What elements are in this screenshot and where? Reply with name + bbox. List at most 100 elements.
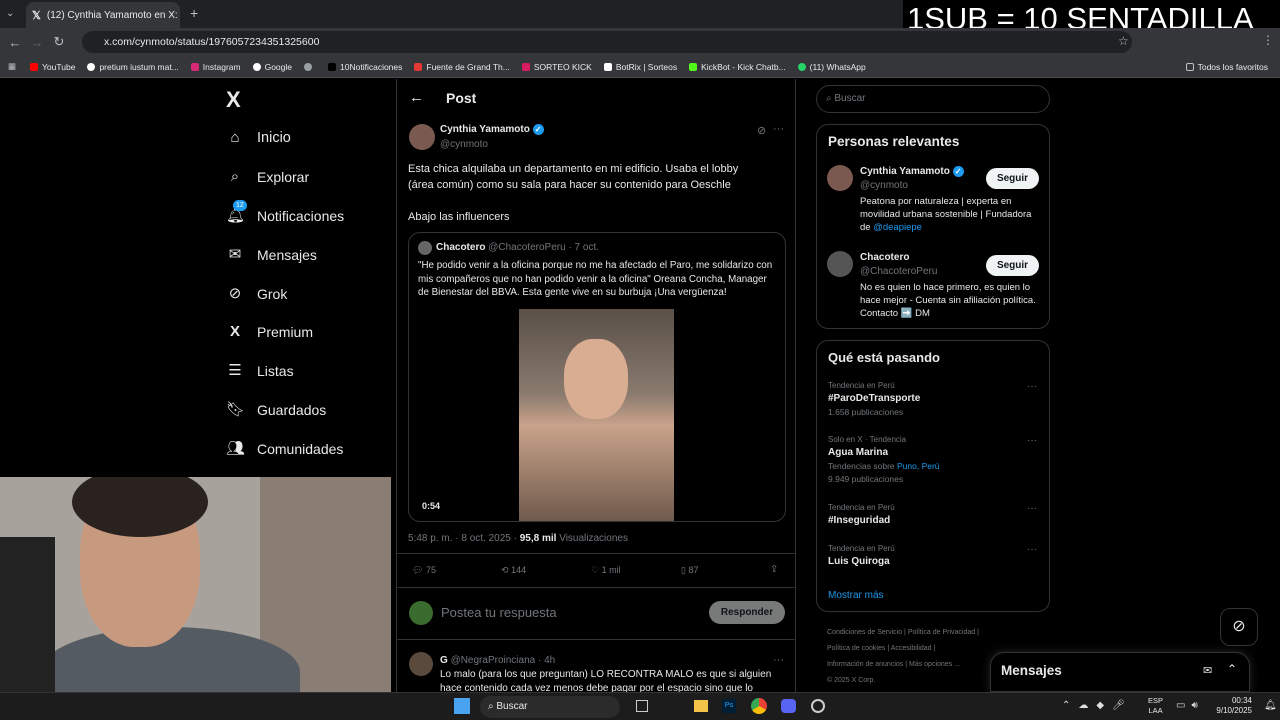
bookmark-item[interactable]: YouTube [30,62,75,72]
more-options-icon[interactable]: ··· [773,654,784,666]
bookmark-item[interactable]: Instagram [190,62,241,72]
quote-text: "He podido venir a la oficina porque no … [418,260,773,298]
trend-item[interactable]: Tendencia en Perú #Inseguridad [828,503,1040,526]
x-icon: X [229,323,240,340]
repost-action[interactable]: ⟲ 144 [501,565,526,576]
author-avatar[interactable] [409,124,435,150]
sidebar-item-notificaciones[interactable]: 🔔︎ 12 Notificaciones [226,200,344,225]
more-options-icon[interactable]: ··· [1027,381,1037,392]
bookmark-item[interactable]: SORTEO KICK [521,62,592,72]
author-handle[interactable]: @cynmoto [440,139,488,150]
grok-floating-button[interactable]: ⊘ [1220,608,1258,646]
expand-icon[interactable]: ⌃ [1227,662,1237,676]
bookmark-item[interactable]: pretium iustum mat... [87,62,179,72]
bookmark-action[interactable]: ▯ 87 [681,565,698,576]
new-message-icon[interactable]: ✉ [1203,664,1212,677]
reply-action[interactable]: 💬︎ 75 [412,565,436,576]
reply-icon: 💬︎ [412,565,424,575]
start-button[interactable] [454,698,470,714]
forward-icon[interactable]: → [26,35,48,50]
discord-icon[interactable] [781,699,796,713]
reload-icon[interactable]: ↻ [48,34,70,50]
repost-icon: ⟲ [501,565,509,575]
more-options-icon[interactable]: ··· [1027,544,1037,555]
search-input[interactable]: ⌕ Buscar [816,85,1050,113]
person-avatar[interactable] [827,165,853,191]
clock[interactable]: 00:34 9/10/2025 [1212,696,1252,716]
video-player[interactable] [519,309,674,521]
divider [397,587,795,588]
app-icon[interactable] [811,699,825,713]
tab-search-icon[interactable]: ⌄ [6,8,14,19]
reply-input[interactable]: Postea tu respuesta [441,605,557,620]
mail-icon: ✉ [228,246,242,263]
apps-icon[interactable]: ▦ [8,61,16,72]
reply-button[interactable]: Responder [709,601,785,624]
system-tray-icons[interactable]: ⌃☁◆🎤︎ [1062,700,1133,711]
bookmark-item[interactable]: Fuente de Grand Th... [414,62,510,72]
share-icon[interactable]: ⇪ [770,564,778,575]
people-icon: 👥︎ [226,440,246,457]
person-name[interactable]: Cynthia Yamamoto ✓ [860,166,964,177]
reply-avatar[interactable] [409,652,433,676]
back-arrow-icon[interactable]: ← [409,89,424,106]
bookmark-item[interactable] [304,62,316,71]
chrome-icon[interactable] [751,698,767,714]
sidebar-item-listas[interactable]: ☰ Listas [226,362,293,380]
sidebar-item-grok[interactable]: ⊘ Grok [226,285,288,303]
notification-bell-icon[interactable]: 🔔︎ [1264,700,1277,711]
video-duration: 0:54 [422,501,441,511]
follow-button[interactable]: Seguir [986,168,1039,189]
sidebar-item-comunidades[interactable]: 👥︎ Comunidades [226,440,343,458]
sidebar-item-inicio[interactable]: ⌂ Inicio [226,129,290,147]
bookmark-item[interactable]: Google [252,62,292,72]
explorer-icon[interactable] [694,700,708,712]
author-name[interactable]: Cynthia Yamamoto ✓ [440,124,544,135]
trend-item[interactable]: Solo en X · Tendencia Agua Marina Tenden… [828,435,1040,484]
menu-icon[interactable]: ⋮ [1262,33,1274,47]
browser-tab[interactable]: 𝕏 (12) Cynthia Yamamoto en X: "E × [26,2,180,28]
back-icon[interactable]: ← [4,35,26,50]
bookmark-star-icon[interactable]: ☆ [1118,34,1129,48]
x-icon [328,62,337,71]
person-avatar[interactable] [827,251,853,277]
person-name[interactable]: Chacotero [860,252,909,263]
more-options-icon[interactable]: ··· [1027,435,1037,446]
bookmark-item[interactable]: KickBot - Kick Chatb... [689,62,786,72]
network-volume-icons[interactable]: ▭🔊︎ [1176,700,1204,711]
more-options-icon[interactable]: ··· [1027,503,1037,514]
taskbar-search[interactable]: ⌕ Buscar [480,696,620,718]
bookmark-item[interactable]: (11) WhatsApp [797,62,866,72]
messages-drawer[interactable]: Mensajes ✉ ⌃ [990,652,1250,692]
globe-icon [304,62,313,71]
bookmark-item[interactable]: BotRix | Sorteos [603,62,677,72]
search-icon: ⌕ [488,701,494,712]
sidebar-item-guardados[interactable]: 🔖︎ Guardados [226,401,326,419]
url-input[interactable]: x.com/cynmoto/status/1976057234351325600 [82,31,1132,53]
taskview-icon[interactable] [636,700,648,712]
person-bio: No es quien lo hace primero, es quien lo… [860,282,1036,319]
trend-item[interactable]: Tendencia en Perú Luis Quiroga [828,544,1040,567]
follow-button[interactable]: Seguir [986,255,1039,276]
kickbot-icon [689,62,698,71]
all-bookmarks[interactable]: Todos los favoritos [1185,62,1268,72]
input-language[interactable]: ESP LAA [1148,696,1163,716]
sidebar-item-explorar[interactable]: ⌕ Explorar [226,168,309,186]
trend-item[interactable]: Tendencia en Perú #ParoDeTransporte 1.65… [828,381,1040,417]
font-icon [414,62,423,71]
photoshop-icon[interactable]: Ps [722,699,736,713]
show-more-link[interactable]: Mostrar más [828,590,884,601]
quote-header: Chacotero @ChacoteroPeru · 7 oct. [436,242,600,253]
new-tab-button[interactable]: + [190,5,198,21]
x-logo[interactable]: X [226,87,241,113]
video-subject [564,339,628,419]
url-text: x.com/cynmoto/status/1976057234351325600 [104,36,320,48]
grok-icon[interactable]: ⊘ [757,124,766,137]
sidebar-item-mensajes[interactable]: ✉ Mensajes [226,246,317,264]
like-action[interactable]: ♡ 1 mil [591,565,621,576]
sidebar-item-premium[interactable]: X Premium [226,323,313,341]
quoted-post[interactable]: Chacotero @ChacoteroPeru · 7 oct. "He po… [408,232,786,522]
bookmark-item[interactable]: 10Notificaciones [328,62,402,72]
post-text: Esta chica alquilaba un departamento en … [408,163,739,223]
more-options-icon[interactable]: ··· [773,123,784,135]
